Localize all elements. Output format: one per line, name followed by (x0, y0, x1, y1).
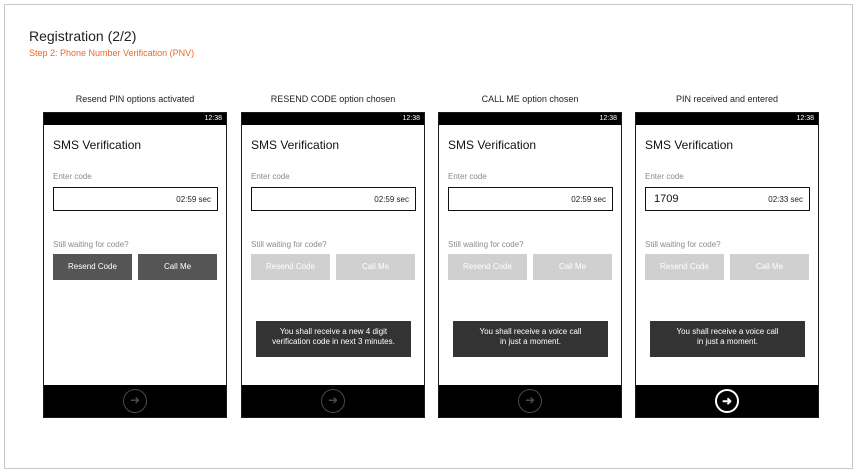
waiting-label: Still waiting for code? (448, 240, 524, 249)
app-bar: ➜ (242, 385, 424, 417)
code-input[interactable]: 02:59 sec (251, 187, 416, 211)
enter-code-label: Enter code (645, 172, 684, 181)
app-bar: ➜ (439, 385, 621, 417)
status-bar-time: 12:38 (636, 113, 818, 125)
page-subtitle: Step 2: Phone Number Verification (PNV) (29, 48, 195, 58)
app-bar: ➜ (636, 385, 818, 417)
call-me-button[interactable]: Call Me (336, 254, 415, 280)
screen-title: SMS Verification (448, 138, 537, 152)
status-bar-time: 12:38 (439, 113, 621, 125)
code-input[interactable]: 1709 02:33 sec (645, 187, 810, 211)
status-bar-time: 12:38 (44, 113, 226, 125)
toast-message: You shall receive a voice call in just a… (650, 321, 805, 357)
screen-title: SMS Verification (53, 138, 142, 152)
app-bar: ➜ (44, 385, 226, 417)
toast-message: You shall receive a new 4 digit verifica… (256, 321, 411, 357)
arrow-right-circle-icon[interactable]: ➜ (715, 389, 739, 413)
phone-screen: 12:38 SMS Verification Enter code 02:59 … (438, 112, 622, 418)
screen-caption: RESEND CODE option chosen (270, 94, 396, 104)
countdown-timer: 02:59 sec (176, 195, 211, 204)
enter-code-label: Enter code (251, 172, 290, 181)
resend-code-button[interactable]: Resend Code (251, 254, 330, 280)
arrow-right-circle-icon[interactable]: ➜ (123, 389, 147, 413)
code-input[interactable]: 02:59 sec (53, 187, 218, 211)
phone-screen: 12:38 SMS Verification Enter code 02:59 … (43, 112, 227, 418)
waiting-label: Still waiting for code? (53, 240, 129, 249)
enter-code-label: Enter code (448, 172, 487, 181)
resend-code-button[interactable]: Resend Code (448, 254, 527, 280)
phone-screen: 12:38 SMS Verification Enter code 1709 0… (635, 112, 819, 418)
toast-line-1: You shall receive a voice call (676, 327, 779, 336)
countdown-timer: 02:59 sec (571, 195, 606, 204)
screen-column-2: RESEND CODE option chosen 12:38 SMS Veri… (241, 94, 425, 418)
toast-message: You shall receive a voice call in just a… (453, 321, 608, 357)
code-value: 1709 (654, 193, 679, 205)
screen-caption: CALL ME option chosen (481, 94, 579, 104)
enter-code-label: Enter code (53, 172, 92, 181)
call-me-button[interactable]: Call Me (138, 254, 217, 280)
toast-line-2: in just a moment. (500, 337, 561, 346)
screen-caption: Resend PIN options activated (75, 94, 195, 104)
call-me-button[interactable]: Call Me (533, 254, 612, 280)
countdown-timer: 02:59 sec (374, 195, 409, 204)
resend-code-button[interactable]: Resend Code (53, 254, 132, 280)
page-title: Registration (2/2) (29, 28, 137, 44)
status-bar-time: 12:38 (242, 113, 424, 125)
phone-screen: 12:38 SMS Verification Enter code 02:59 … (241, 112, 425, 418)
screen-caption: PIN received and entered (675, 94, 779, 104)
screen-column-3: CALL ME option chosen 12:38 SMS Verifica… (438, 94, 622, 418)
code-input[interactable]: 02:59 sec (448, 187, 613, 211)
screen-title: SMS Verification (645, 138, 734, 152)
toast-line-1: You shall receive a voice call (479, 327, 582, 336)
screen-column-1: Resend PIN options activated 12:38 SMS V… (43, 94, 227, 418)
screen-column-4: PIN received and entered 12:38 SMS Verif… (635, 94, 819, 418)
arrow-right-circle-icon[interactable]: ➜ (321, 389, 345, 413)
toast-line-1: You shall receive a new 4 digit (279, 327, 388, 336)
toast-line-2: in just a moment. (697, 337, 758, 346)
waiting-label: Still waiting for code? (251, 240, 327, 249)
countdown-timer: 02:33 sec (768, 195, 803, 204)
screen-title: SMS Verification (251, 138, 340, 152)
toast-line-2: verification code in next 3 minutes. (272, 337, 395, 346)
waiting-label: Still waiting for code? (645, 240, 721, 249)
resend-code-button[interactable]: Resend Code (645, 254, 724, 280)
arrow-right-circle-icon[interactable]: ➜ (518, 389, 542, 413)
call-me-button[interactable]: Call Me (730, 254, 809, 280)
